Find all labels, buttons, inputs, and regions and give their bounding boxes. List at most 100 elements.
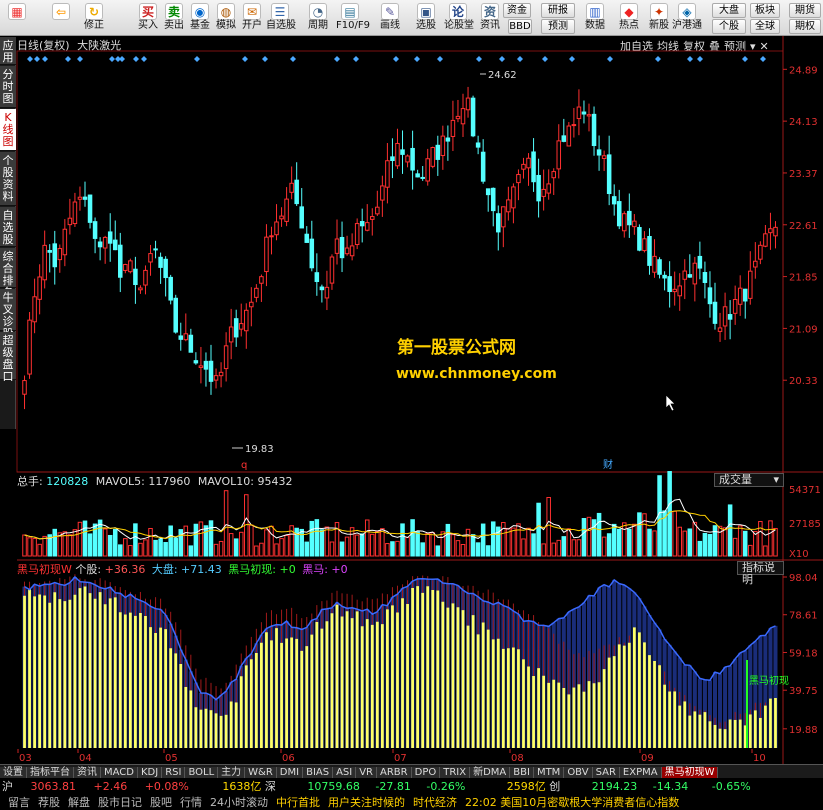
volume-bar	[420, 542, 425, 557]
indicator-tab-16[interactable]: 新DMA	[470, 767, 511, 778]
indicator-tab-20[interactable]: SAR	[592, 767, 620, 778]
indicator-tab-12[interactable]: VR	[356, 767, 378, 778]
candle-body	[238, 323, 244, 330]
volume-bar	[319, 529, 325, 557]
news-item-5[interactable]: 行情	[180, 796, 202, 809]
chuxian-value: +0	[279, 563, 296, 576]
indicator-tab-4[interactable]: KDJ	[137, 767, 163, 778]
candle-body	[213, 375, 219, 381]
candle-body	[249, 301, 254, 308]
date-tick-label: 04	[79, 753, 92, 764]
price-tick-label: 23.37	[789, 169, 818, 180]
price-tick-label: 21.85	[789, 273, 818, 284]
candle-body	[470, 97, 476, 137]
news-item-7[interactable]: 中行首批	[276, 796, 320, 809]
volume-bar	[742, 530, 748, 557]
volume-bar	[279, 538, 284, 557]
volume-bar	[27, 537, 32, 557]
candle-body	[87, 194, 93, 223]
news-item-0[interactable]: 留言	[8, 796, 30, 809]
candle-body	[370, 216, 375, 220]
news-item-10[interactable]: 22:02 美国10月密歇根大学消费者信心指数	[465, 796, 679, 809]
heima-value: +0	[331, 563, 348, 576]
indicator-tab-17[interactable]: BBI	[510, 767, 534, 778]
candle-body	[82, 196, 88, 200]
event-marker-q[interactable]: q	[241, 460, 247, 471]
indicator-tab-13[interactable]: ARBR	[377, 767, 412, 778]
volume-tick-label: X10	[789, 549, 809, 560]
volume-bar	[627, 528, 632, 557]
candle-body	[627, 210, 632, 226]
news-item-1[interactable]: 荐股	[38, 796, 60, 809]
indicator-tick-label: 98.04	[789, 573, 818, 584]
indicator-tab-11[interactable]: ASI	[333, 767, 357, 778]
candle-body	[22, 380, 27, 395]
indicator-tab-9[interactable]: DMI	[276, 767, 304, 778]
signal-diamond	[242, 56, 248, 62]
date-tick-label: 05	[165, 753, 178, 764]
candle-body	[697, 255, 703, 269]
candle-body	[455, 115, 461, 120]
candle-body	[123, 264, 128, 271]
volume-bar	[692, 521, 698, 557]
signal-diamond	[119, 56, 125, 62]
news-item-2[interactable]: 解盘	[68, 796, 90, 809]
signal-diamond	[742, 56, 748, 62]
indicator-tab-5[interactable]: RSI	[162, 767, 186, 778]
volume-bar	[470, 534, 476, 557]
indicator-tab-15[interactable]: TRIX	[440, 767, 471, 778]
chart-svg[interactable]: 24.89 24.13 23.37 22.61 21.85 21.09 20.33 24.62…	[0, 0, 823, 764]
indicator-tab-7[interactable]: 主力	[218, 767, 246, 778]
volume-bar	[395, 540, 400, 557]
indicator-tab-2[interactable]: 资讯	[74, 767, 101, 778]
indicator-tab-18[interactable]: MTM	[533, 767, 565, 778]
volume-bar	[410, 519, 415, 557]
news-item-6[interactable]: 24小时滚动	[210, 796, 268, 809]
volume-bar	[324, 526, 330, 557]
volume-bar	[198, 521, 204, 557]
indicator-tab-21[interactable]: EXPMA	[619, 767, 662, 778]
volume-bar	[72, 529, 78, 557]
volume-bar	[264, 529, 269, 557]
candle-body	[42, 244, 47, 281]
indicator-tick-label: 59.18	[789, 648, 818, 659]
candle-body	[526, 157, 531, 169]
volume-bar	[269, 525, 274, 557]
signal-diamond	[517, 56, 523, 62]
volume-bar	[400, 523, 405, 557]
volume-info-bar: 总手: 120828 MAVOL5: 117960 MAVOL10: 95432	[17, 473, 293, 488]
candle-body	[591, 113, 597, 147]
indicator-tab-0[interactable]: 设置	[0, 767, 27, 778]
candle-body	[521, 163, 526, 170]
indicator-tab-22[interactable]: 黑马初现W	[661, 767, 719, 778]
news-item-9[interactable]: 时代经济	[413, 796, 457, 809]
indicator-tab-3[interactable]: MACD	[101, 767, 138, 778]
volume-bar	[329, 541, 335, 557]
news-item-8[interactable]: 用户关注时候的	[328, 796, 405, 809]
indicator-tab-10[interactable]: BIAS	[303, 767, 334, 778]
indicator-tab-1[interactable]: 指标平台	[27, 767, 74, 778]
candle-body	[314, 272, 320, 282]
indicator-tab-14[interactable]: DPO	[411, 767, 441, 778]
candle-body	[37, 276, 42, 300]
news-item-3[interactable]: 股市日记	[98, 796, 142, 809]
candle-body	[158, 256, 163, 268]
signal-diamond	[290, 56, 296, 62]
candle-body	[344, 247, 350, 255]
news-item-4[interactable]: 股吧	[150, 796, 172, 809]
candle-body	[203, 360, 209, 370]
date-tick-label: 10	[753, 753, 766, 764]
indicator-help-button[interactable]: 指标说明	[737, 561, 784, 586]
candle-body	[596, 149, 602, 156]
volume-dropdown[interactable]: 成交量 ▾	[714, 473, 784, 487]
candle-body	[611, 196, 617, 205]
event-marker-cai[interactable]: 财	[603, 458, 613, 471]
candle-body	[102, 236, 108, 249]
indicator-tab-19[interactable]: OBV	[564, 767, 593, 778]
volume-bar	[344, 536, 350, 557]
watermark-url: www.chnmoney.com	[396, 366, 557, 382]
indicator-tab-6[interactable]: BOLL	[185, 767, 219, 778]
volume-bar	[22, 534, 27, 557]
volume-bar	[490, 521, 496, 557]
indicator-tab-8[interactable]: W&R	[245, 767, 277, 778]
